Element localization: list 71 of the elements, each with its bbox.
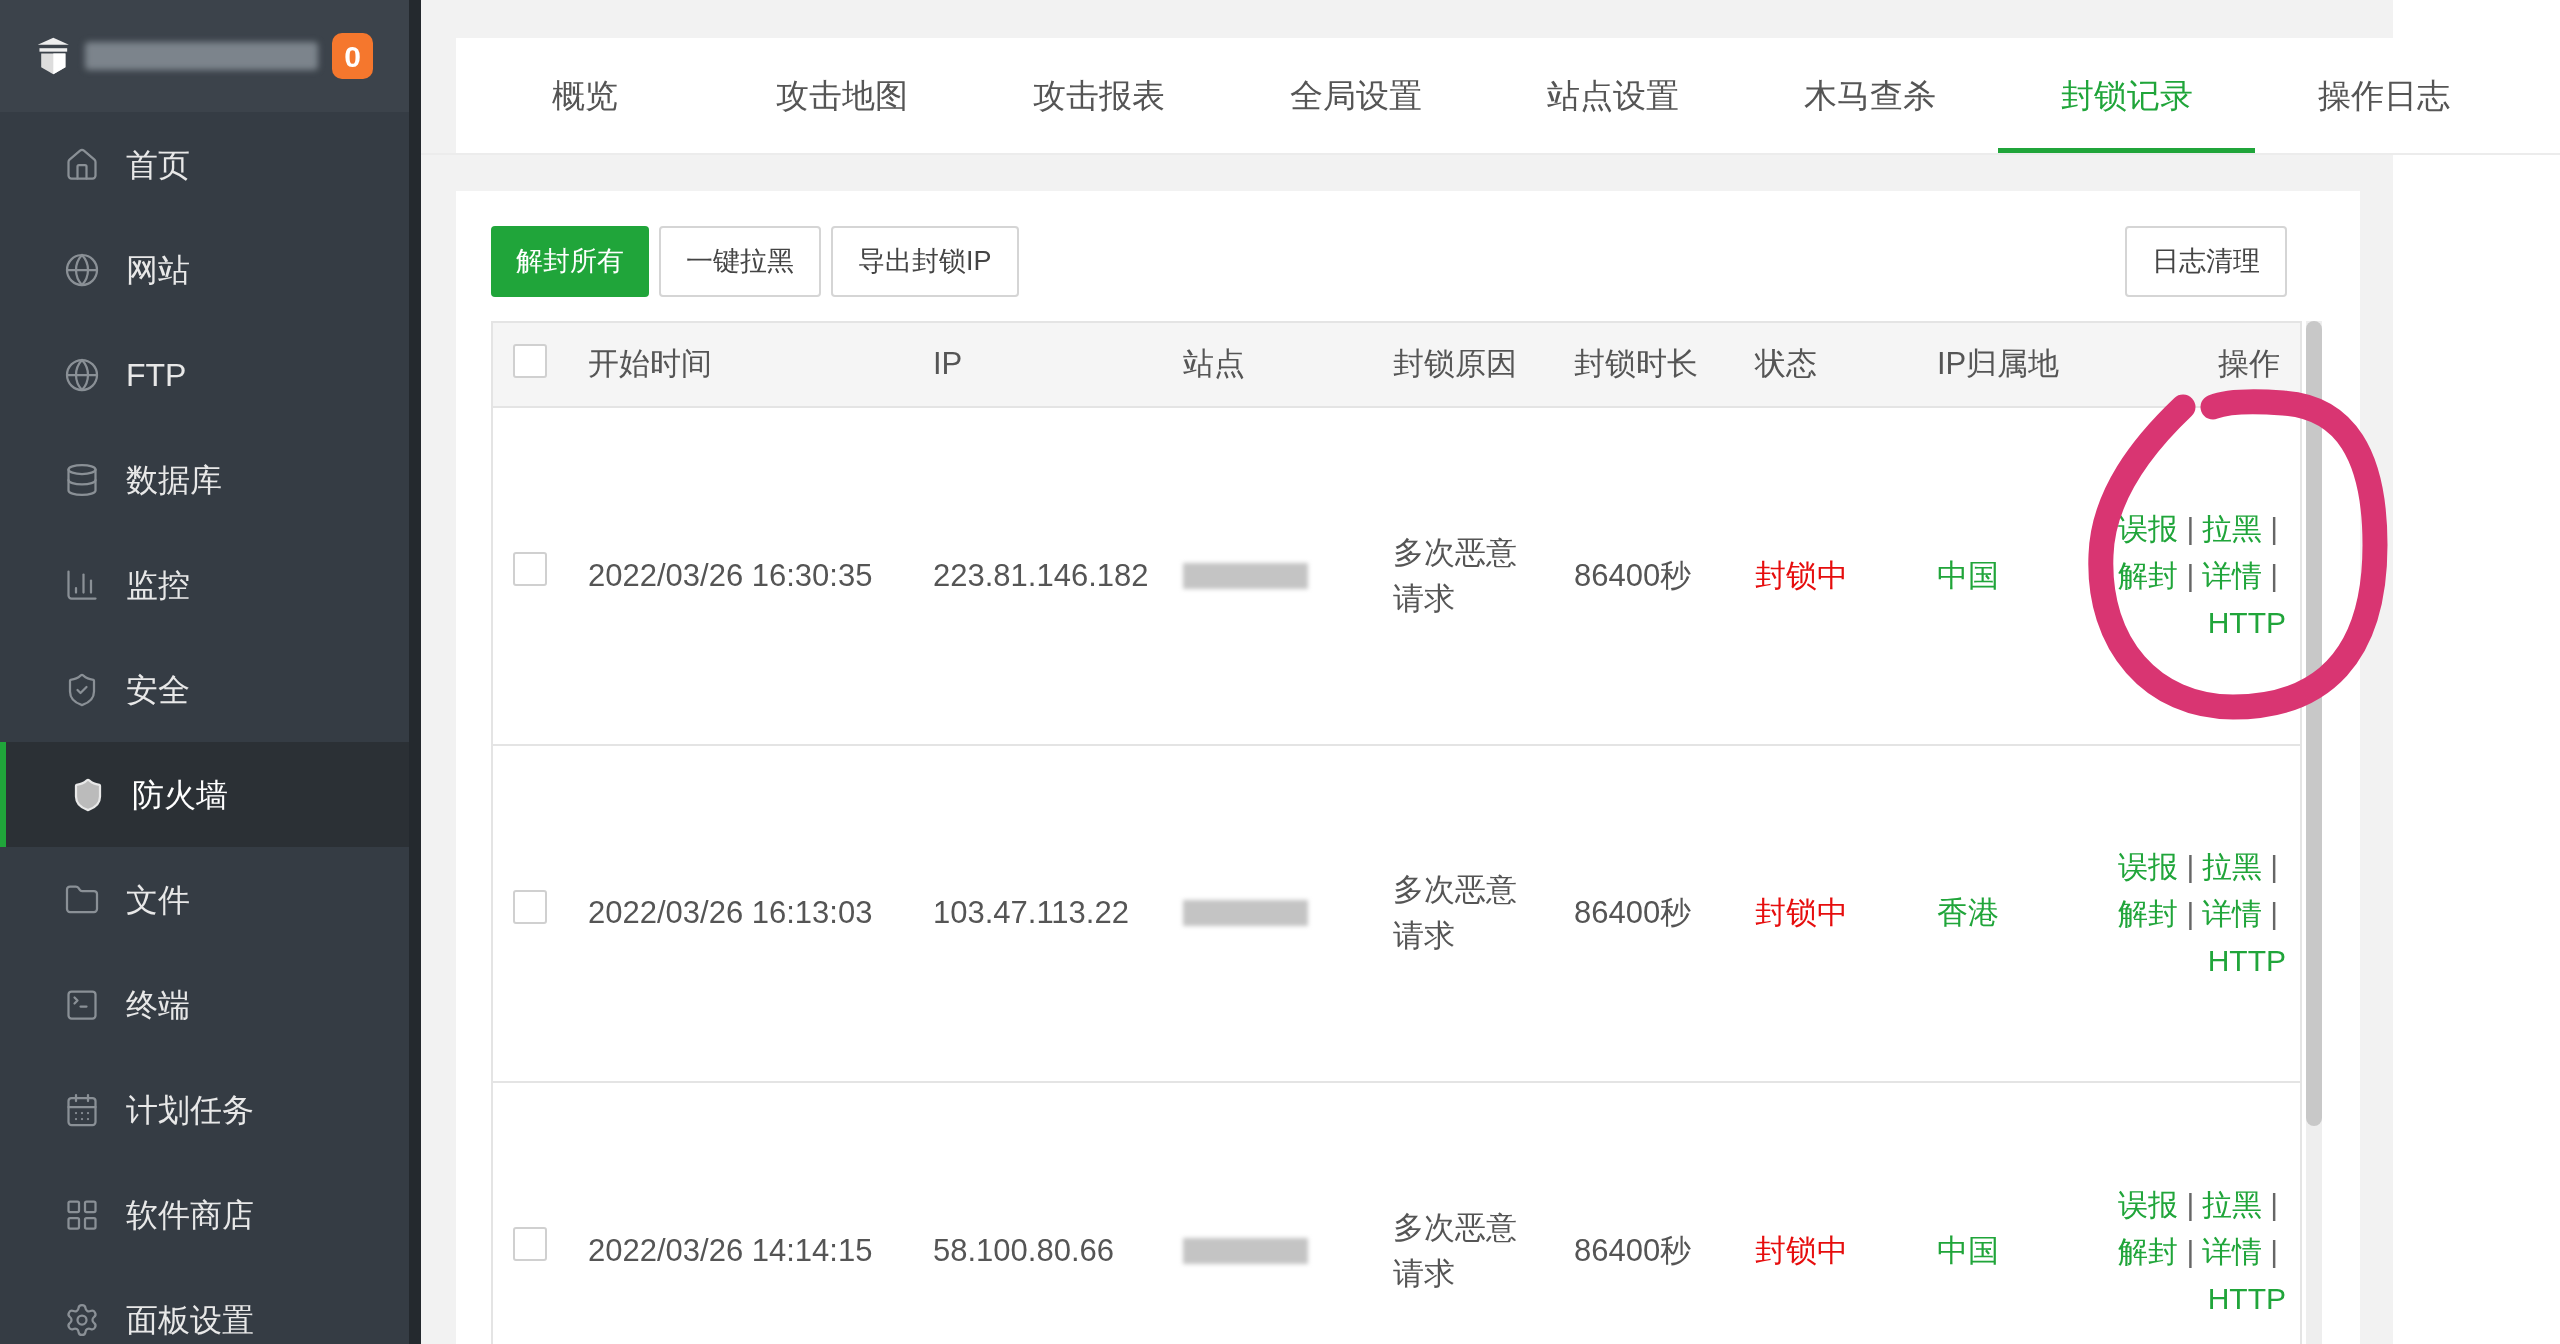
separator: |: [2269, 896, 2279, 932]
column-header: 封锁时长: [1574, 346, 1698, 382]
table-cell: 2022/03/26 16:30:35: [588, 557, 873, 593]
column-header: 状态: [1755, 346, 1817, 382]
separator: |: [2185, 1233, 2196, 1270]
globe-icon: [64, 356, 100, 393]
column-header: 操作: [2218, 346, 2280, 382]
table-cell: 86400秒: [1574, 557, 1692, 593]
toolbar-button[interactable]: 导出封锁IP: [831, 226, 1019, 297]
tab[interactable]: 概览: [456, 38, 713, 153]
table-cell: 中国: [1937, 1232, 1999, 1268]
sidebar-item[interactable]: FTP: [0, 322, 409, 427]
separator: |: [2185, 896, 2196, 932]
calendar-icon: [64, 1091, 100, 1128]
checkbox[interactable]: [513, 344, 547, 378]
sidebar-item[interactable]: 面板设置: [0, 1267, 409, 1344]
separator: |: [2185, 558, 2196, 595]
tab[interactable]: 攻击地图: [713, 38, 970, 153]
separator: |: [2269, 849, 2279, 885]
table-cell: 多次恶意请求: [1393, 534, 1517, 616]
table-cell: 223.81.146.182: [933, 557, 1149, 593]
tab[interactable]: 全局设置: [1227, 38, 1484, 153]
toolbar-button[interactable]: 一键拉黑: [659, 226, 821, 297]
table-cell: 2022/03/26 16:13:03: [588, 895, 873, 931]
table-cell: 香港: [1937, 895, 1999, 931]
tab[interactable]: 站点设置: [1484, 38, 1741, 153]
column-header: 开始时间: [588, 346, 712, 382]
database-icon: [64, 461, 100, 498]
table-cell: 中国: [1937, 557, 1999, 593]
separator: |: [2269, 1186, 2279, 1223]
table-cell: 多次恶意请求: [1393, 1210, 1517, 1292]
sidebar-item[interactable]: 数据库: [0, 427, 409, 532]
tab[interactable]: 攻击报表: [970, 38, 1227, 153]
tab[interactable]: 操作日志: [2255, 38, 2512, 153]
settings-icon: [64, 1301, 100, 1338]
table-cell: 58.100.80.66: [933, 1232, 1114, 1268]
separator: |: [2185, 1186, 2196, 1223]
separator: |: [2185, 849, 2196, 885]
sidebar-item[interactable]: 防火墙: [0, 742, 409, 847]
globe-icon: [64, 251, 100, 288]
column-header: 封锁原因: [1393, 346, 1517, 382]
sidebar-item[interactable]: 文件: [0, 847, 409, 952]
separator: |: [2269, 511, 2279, 548]
sidebar-item[interactable]: 终端: [0, 952, 409, 1057]
column-header: IP归属地: [1937, 346, 2060, 382]
tab[interactable]: 木马查杀: [1741, 38, 1998, 153]
checkbox[interactable]: [513, 889, 547, 924]
separator: |: [2269, 1233, 2279, 1270]
sidebar-item[interactable]: 监控: [0, 532, 409, 637]
status-text: 封锁中: [1755, 895, 1848, 931]
table-cell: 86400秒: [1574, 1232, 1692, 1268]
column-header: IP: [933, 346, 963, 382]
table-cell: 多次恶意请求: [1393, 872, 1517, 954]
table-cell: 2022/03/26 14:14:15: [588, 1232, 873, 1268]
checkbox[interactable]: [513, 1227, 547, 1262]
table-cell: 86400秒: [1574, 895, 1692, 931]
status-text: 封锁中: [1755, 1232, 1848, 1268]
column-header: 站点: [1183, 346, 1245, 382]
sidebar-item[interactable]: 软件商店: [0, 1162, 409, 1267]
home-icon: [64, 146, 100, 183]
sidebar-item[interactable]: 安全: [0, 637, 409, 742]
notification-badge: 0: [332, 33, 373, 79]
sidebar-item[interactable]: 首页: [0, 112, 409, 217]
status-text: 封锁中: [1755, 557, 1848, 593]
checkbox[interactable]: [513, 552, 547, 587]
clear-log-button[interactable]: 日志清理: [2125, 226, 2287, 297]
separator: |: [2269, 558, 2279, 595]
separator: |: [2185, 511, 2196, 548]
sidebar-item[interactable]: 网站: [0, 217, 409, 322]
sidebar-item[interactable]: 计划任务: [0, 1057, 409, 1162]
table-cell: 103.47.113.22: [933, 895, 1129, 931]
